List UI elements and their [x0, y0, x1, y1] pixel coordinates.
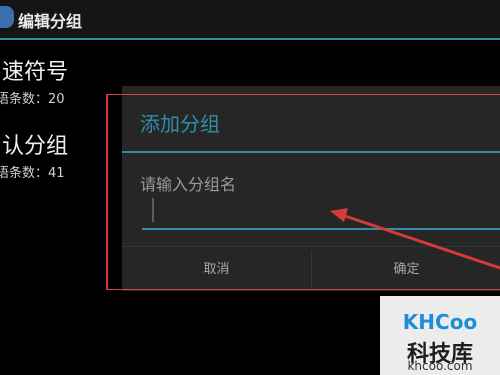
khcoo-logo-icon: KHCoo	[392, 308, 488, 334]
logo-text: KHCoo	[403, 310, 477, 334]
watermark-url: khcoo.com	[407, 359, 473, 373]
watermark: KHCoo 科技库 khcoo.com	[380, 296, 500, 375]
